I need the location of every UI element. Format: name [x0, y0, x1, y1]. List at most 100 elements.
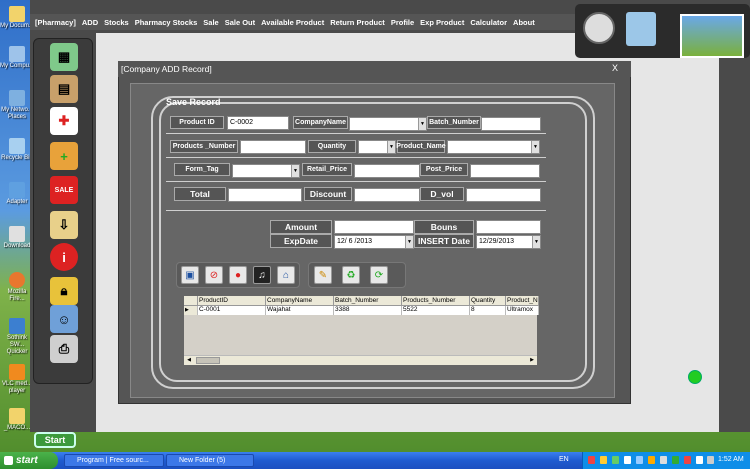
add-folder-icon[interactable]: + — [50, 142, 78, 170]
column-header[interactable]: CompanyName — [266, 296, 334, 306]
edit-pencil-icon[interactable]: ✎ — [314, 266, 332, 284]
taskbar-item-new-folder[interactable]: New Folder (5) — [166, 454, 254, 467]
menu-pharmacy-stocks[interactable]: Pharmacy Stocks — [135, 18, 198, 27]
stock-box-icon[interactable]: ▤ — [50, 75, 78, 103]
app-start-button[interactable]: Start — [34, 432, 76, 448]
batch-number-input[interactable] — [481, 117, 541, 131]
tray-icon[interactable] — [672, 456, 679, 464]
taskbar-item-program[interactable]: Program | Free sourc... — [64, 454, 164, 467]
exp-date-picker[interactable]: 12/ 6 /2013 ▼ — [334, 235, 414, 249]
cancel-icon[interactable]: ⊘ — [205, 266, 223, 284]
sale-out-icon[interactable]: ⇩ — [50, 211, 78, 239]
taskbar-clock[interactable]: 1:52 AM — [718, 456, 744, 463]
network-icon[interactable] — [707, 456, 714, 464]
chevron-down-icon[interactable]: ▼ — [531, 141, 539, 153]
tray-icon[interactable] — [624, 456, 631, 464]
desktop-icon-sothink[interactable]: Sothink SW... Quicker — [0, 318, 34, 356]
desktop-icon-firefox[interactable]: Mozilla Fire... — [0, 272, 34, 303]
tray-icon[interactable] — [636, 456, 643, 464]
menu-profile[interactable]: Profile — [391, 18, 414, 27]
menu-sale[interactable]: Sale — [203, 18, 218, 27]
tray-icon[interactable] — [600, 456, 607, 464]
quantity-select[interactable]: ▼ — [358, 140, 396, 154]
desktop-icon-vlc[interactable]: VLC med... player — [0, 364, 34, 395]
chevron-down-icon[interactable]: ▼ — [532, 236, 540, 248]
menu-available-product[interactable]: Available Product — [261, 18, 324, 27]
desktop-icon-my-computer[interactable]: My Compu... — [0, 46, 34, 70]
desktop-icon-maco[interactable]: _MACO... — [0, 408, 34, 432]
column-header[interactable]: Quantity — [470, 296, 506, 306]
product-name-select[interactable]: ▼ — [447, 140, 540, 154]
chevron-down-icon[interactable]: ▼ — [387, 141, 395, 153]
menu-exp-product[interactable]: Exp Product — [420, 18, 464, 27]
desktop-icon-network[interactable]: My Netwo... Places — [0, 90, 34, 121]
insert-date-picker[interactable]: 12/29/2013 ▼ — [476, 235, 541, 249]
horizontal-scrollbar[interactable]: ◀ ▶ — [184, 355, 537, 365]
bouns-input[interactable] — [476, 220, 541, 234]
slideshow-gadget-icon[interactable] — [680, 14, 744, 58]
column-header[interactable]: Product_N — [506, 296, 539, 306]
discount-input[interactable] — [354, 188, 420, 202]
tray-icon[interactable] — [660, 456, 667, 464]
lock-icon[interactable]: 🔒︎ — [50, 277, 78, 305]
d-vol-input[interactable] — [466, 188, 541, 202]
menu-about[interactable]: About — [513, 18, 535, 27]
chevron-down-icon[interactable]: ▼ — [291, 165, 299, 177]
record-icon[interactable]: ● — [229, 266, 247, 284]
media-icon[interactable]: ♫ — [253, 266, 271, 284]
save-icon[interactable]: ▣ — [181, 266, 199, 284]
refresh-icon[interactable]: ⟳ — [370, 266, 388, 284]
scroll-right-icon[interactable]: ▶ — [527, 356, 537, 365]
desktop-icon-download[interactable]: Download — [0, 226, 34, 250]
scroll-left-icon[interactable]: ◀ — [184, 356, 194, 365]
printer-icon[interactable]: ⎙ — [50, 335, 78, 363]
close-icon[interactable]: X — [612, 63, 618, 73]
home-icon[interactable]: ⌂ — [277, 266, 295, 284]
chevron-down-icon[interactable]: ▼ — [405, 236, 413, 248]
menu-calculator[interactable]: Calculator — [470, 18, 507, 27]
volume-icon[interactable] — [696, 456, 703, 464]
row-selector-icon[interactable]: ▶ — [184, 306, 198, 315]
table-cell[interactable]: 5522 — [402, 306, 470, 315]
menu-pharmacy[interactable]: [Pharmacy] — [35, 18, 76, 27]
sale-icon[interactable]: SALE — [50, 176, 78, 204]
divider — [166, 133, 546, 134]
chevron-down-icon[interactable]: ▼ — [418, 118, 426, 130]
table-cell[interactable]: C-0001 — [198, 306, 266, 315]
language-indicator[interactable]: EN — [559, 456, 569, 463]
table-cell[interactable]: 3388 — [334, 306, 402, 315]
users-icon[interactable]: ☺ — [50, 305, 78, 333]
info-icon[interactable]: i — [50, 243, 78, 271]
column-header[interactable]: ProductID — [198, 296, 266, 306]
tray-icon[interactable] — [648, 456, 655, 464]
table-cell[interactable]: 8 — [470, 306, 506, 315]
form-tag-select[interactable]: ▼ — [232, 164, 300, 178]
company-name-select[interactable]: ▼ — [349, 117, 427, 131]
desktop-icon-recycle-bin[interactable]: Recycle Bin — [0, 138, 34, 162]
column-header[interactable]: Batch_Number — [334, 296, 402, 306]
menu-stocks[interactable]: Stocks — [104, 18, 129, 27]
post-price-input[interactable] — [470, 164, 540, 178]
product-id-input[interactable]: C-0002 — [227, 116, 289, 130]
amount-input[interactable] — [334, 220, 414, 234]
tray-icon[interactable] — [684, 456, 691, 464]
first-aid-icon[interactable]: ✚ — [50, 107, 78, 135]
divider — [166, 181, 546, 182]
menu-return-product[interactable]: Return Product — [330, 18, 385, 27]
menu-sale-out[interactable]: Sale Out — [225, 18, 255, 27]
total-input[interactable] — [228, 188, 302, 202]
column-header[interactable]: Products_Number — [402, 296, 470, 306]
table-cell[interactable]: Wajahat — [266, 306, 334, 315]
tray-icon[interactable] — [612, 456, 619, 464]
desktop-icon-my-documents[interactable]: My Docum... — [0, 6, 34, 30]
recycle-icon[interactable]: ♻ — [342, 266, 360, 284]
products-number-input[interactable] — [240, 140, 306, 154]
desktop-icon-adapter[interactable]: Adapter — [0, 182, 34, 206]
recycle-bin-gadget-icon[interactable] — [626, 12, 656, 46]
retail-price-input[interactable] — [354, 164, 420, 178]
tray-icon[interactable] — [588, 456, 595, 464]
menu-add[interactable]: ADD — [82, 18, 98, 27]
table-cell[interactable]: Ultramox — [506, 306, 539, 315]
calculator-icon[interactable]: ▦ — [50, 43, 78, 71]
scroll-thumb[interactable] — [196, 357, 220, 364]
